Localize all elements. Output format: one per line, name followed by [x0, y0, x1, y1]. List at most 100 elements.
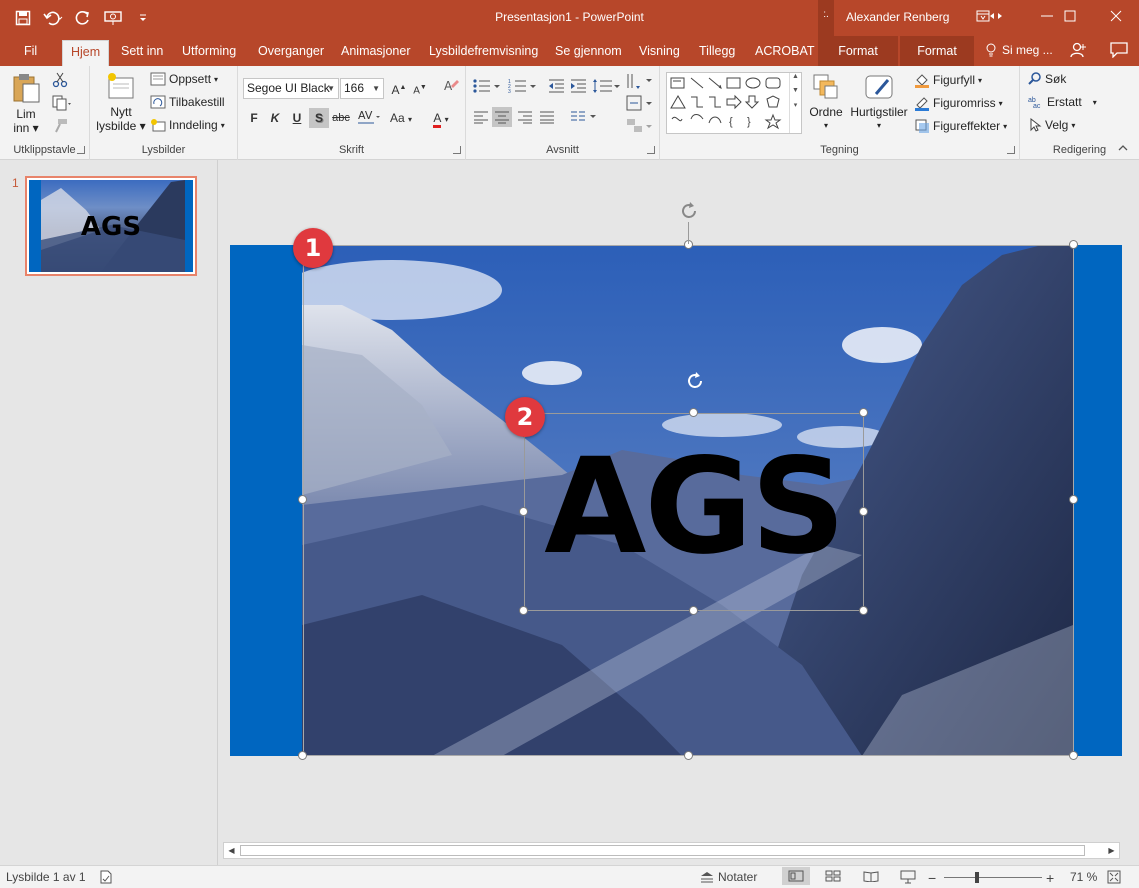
zoom-in-icon[interactable]: + — [1046, 870, 1054, 886]
tab-format-picture[interactable]: Format — [900, 36, 974, 66]
font-size-combo[interactable]: 166 ▼ — [340, 78, 384, 99]
convert-to-smartart-icon[interactable] — [626, 118, 652, 134]
copy-icon[interactable] — [52, 95, 72, 111]
font-name-dropdown-icon[interactable]: ▼ — [327, 79, 335, 98]
drawing-launcher-icon[interactable] — [1007, 146, 1015, 154]
section-button[interactable]: Inndeling ▾ — [150, 118, 225, 132]
picture-resize-handle-b[interactable] — [684, 751, 693, 760]
horizontal-scrollbar[interactable]: ◀ ▶ — [223, 842, 1120, 859]
character-spacing-icon[interactable]: AV — [356, 108, 382, 128]
increase-indent-icon[interactable] — [570, 78, 588, 94]
clipboard-launcher-icon[interactable] — [77, 146, 85, 154]
align-text-icon[interactable] — [626, 95, 652, 111]
shape-outline-button[interactable]: Figuromriss ▾ — [914, 95, 1003, 111]
text-shadow-button[interactable]: S — [309, 108, 329, 128]
paste-button[interactable]: Lim inn ▾ — [8, 72, 44, 135]
textbox-resize-handle-r[interactable] — [859, 507, 868, 516]
picture-resize-handle-r[interactable] — [1069, 495, 1078, 504]
tab-design[interactable]: Utforming — [174, 40, 244, 66]
tab-acrobat[interactable]: ACROBAT — [747, 40, 823, 66]
quick-styles-button[interactable]: Hurtigstiler ▾ — [848, 72, 910, 133]
shape-effects-button[interactable]: Figureffekter ▾ — [914, 118, 1007, 134]
notes-button[interactable]: Notater — [700, 870, 757, 884]
tab-view[interactable]: Visning — [631, 40, 688, 66]
change-case-button[interactable]: Aa ▾ — [386, 108, 416, 128]
textbox-resize-handle-bl[interactable] — [519, 606, 528, 615]
reset-button[interactable]: Tilbakestill — [150, 95, 225, 109]
tab-slideshow[interactable]: Lysbildefremvisning — [421, 40, 546, 66]
share-person-icon[interactable] — [1070, 42, 1086, 58]
tab-format-drawing[interactable]: Format — [818, 36, 898, 66]
picture-resize-handle-tr[interactable] — [1069, 240, 1078, 249]
slide-thumbnail[interactable]: AGS — [25, 176, 197, 276]
tell-me-box[interactable]: Si meg ... — [985, 43, 1053, 57]
scroll-thumb[interactable] — [240, 845, 1085, 856]
textbox-resize-handle-tr[interactable] — [859, 408, 868, 417]
close-icon[interactable] — [1093, 0, 1139, 32]
tab-addins[interactable]: Tillegg — [691, 40, 743, 66]
tab-transitions[interactable]: Overganger — [250, 40, 332, 66]
find-button[interactable]: Søk — [1028, 72, 1066, 86]
tab-animations[interactable]: Animasjoner — [333, 40, 418, 66]
textbox-rotate-handle-icon[interactable] — [684, 370, 706, 392]
scroll-left-icon[interactable]: ◀ — [224, 843, 239, 858]
numbering-icon[interactable]: 123 — [508, 78, 538, 94]
picture-resize-handle-br[interactable] — [1069, 751, 1078, 760]
text-direction-icon[interactable] — [626, 72, 652, 90]
tab-home[interactable]: Hjem — [62, 40, 110, 66]
decrease-font-size-icon[interactable]: A▼ — [410, 78, 430, 98]
slide-title-text[interactable]: AGS — [525, 432, 863, 582]
picture-resize-handle-l[interactable] — [298, 495, 307, 504]
textbox-resize-handle-l[interactable] — [519, 507, 528, 516]
scroll-right-icon[interactable]: ▶ — [1104, 843, 1119, 858]
select-button[interactable]: Velg ▾ — [1028, 118, 1075, 132]
zoom-out-icon[interactable]: − — [928, 870, 936, 886]
cut-icon[interactable] — [52, 72, 68, 88]
line-spacing-icon[interactable] — [592, 78, 620, 94]
bullets-icon[interactable] — [472, 78, 502, 94]
align-right-icon[interactable] — [517, 110, 533, 124]
reading-view-icon[interactable] — [863, 870, 879, 882]
clear-formatting-icon[interactable]: A — [441, 78, 461, 98]
normal-view-icon[interactable] — [782, 867, 810, 885]
textbox-resize-handle-t[interactable] — [689, 408, 698, 417]
zoom-slider-thumb[interactable] — [975, 872, 979, 883]
textbox[interactable]: AGS — [524, 413, 864, 611]
share-arrows-icon[interactable] — [976, 0, 1016, 32]
picture-rotate-handle-icon[interactable] — [678, 200, 700, 222]
arrange-button[interactable]: Ordne ▾ — [808, 72, 844, 133]
italic-button[interactable]: K — [265, 108, 285, 128]
tab-review[interactable]: Se gjennom — [547, 40, 630, 66]
replace-button[interactable]: ab ac Erstatt ▾ — [1028, 95, 1097, 109]
decrease-indent-icon[interactable] — [548, 78, 566, 94]
shape-fill-button[interactable]: Figurfyll ▾ — [914, 72, 982, 88]
align-center-icon[interactable] — [492, 107, 512, 127]
slide-sorter-icon[interactable] — [825, 870, 841, 882]
zoom-slider-track[interactable] — [944, 877, 1042, 878]
maximize-icon[interactable] — [1047, 0, 1093, 32]
format-painter-icon[interactable] — [52, 118, 68, 134]
shapes-gallery-scroll[interactable]: ▲ ▼ ▾ — [789, 73, 801, 133]
user-name[interactable]: Alexander Renberg — [846, 10, 949, 24]
increase-font-size-icon[interactable]: A▲ — [389, 78, 409, 98]
justify-icon[interactable] — [539, 110, 555, 124]
textbox-resize-handle-br[interactable] — [859, 606, 868, 615]
layout-button[interactable]: Oppsett ▾ — [150, 72, 218, 86]
collapse-ribbon-icon[interactable] — [1118, 144, 1128, 152]
shapes-gallery[interactable]: { } ▲ ▼ ▾ — [666, 72, 802, 134]
underline-button[interactable]: U — [287, 108, 307, 128]
fit-slide-icon[interactable] — [1107, 870, 1121, 884]
zoom-level[interactable]: 71 % — [1070, 870, 1097, 884]
columns-icon[interactable] — [570, 110, 598, 124]
slideshow-view-icon[interactable] — [900, 870, 916, 884]
font-name-combo[interactable]: Segoe UI Black ▼ — [243, 78, 339, 99]
tab-insert[interactable]: Sett inn — [113, 40, 171, 66]
new-slide-button[interactable]: Nytt lysbilde ▾ — [94, 72, 148, 133]
spelling-check-icon[interactable] — [99, 870, 113, 884]
font-launcher-icon[interactable] — [453, 146, 461, 154]
comments-icon[interactable] — [1110, 42, 1128, 58]
picture-resize-handle-bl[interactable] — [298, 751, 307, 760]
font-color-button[interactable]: A ▾ — [426, 108, 456, 128]
align-left-icon[interactable] — [473, 110, 489, 124]
paragraph-launcher-icon[interactable] — [647, 146, 655, 154]
